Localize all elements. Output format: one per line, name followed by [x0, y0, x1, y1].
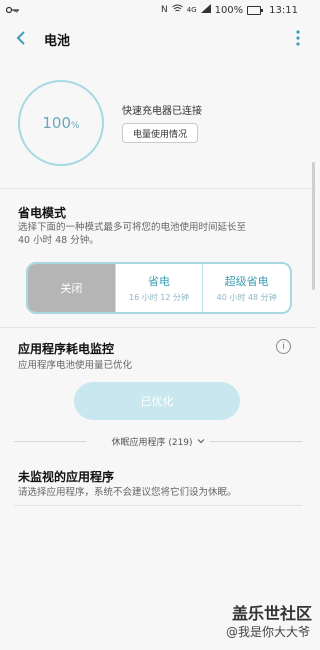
mode-duration: 16 小时 12 分钟	[129, 293, 189, 302]
battery-level-unit: %	[71, 121, 80, 131]
power-saving-title: 省电模式	[18, 206, 67, 220]
sleeping-apps-toggle[interactable]: 休眠应用程序 (219)	[0, 434, 316, 448]
battery-usage-button[interactable]: 电量使用情况	[122, 123, 199, 143]
status-bar: N 4G 100% 13:11	[0, 0, 316, 20]
nfc-icon: N	[160, 5, 168, 15]
optimized-button[interactable]: 已优化	[74, 382, 240, 420]
battery-level-value: 100	[42, 114, 72, 132]
chevron-down-icon	[197, 439, 204, 444]
app-power-monitor-subtitle: 应用程序电池使用量已优化	[18, 360, 133, 371]
mode-duration: 40 小时 48 分钟	[216, 293, 277, 302]
key-icon	[6, 6, 20, 14]
unmonitored-apps-subtitle: 请选择应用程序，系统不会建议您将它们设为休眠。	[18, 487, 237, 498]
mode-title: 关闭	[60, 282, 83, 295]
mode-ultra-power-saving[interactable]: 超级省电 40 小时 48 分钟	[202, 264, 290, 312]
signal-icon	[200, 4, 211, 16]
mode-title: 超级省电	[224, 275, 269, 288]
power-saving-description: 选择下面的一种模式最多可将您的电池使用时间延长至 40 小时 48 分钟。	[18, 222, 247, 246]
more-options-icon[interactable]	[294, 28, 302, 48]
app-power-monitor-title: 应用程序耗电监控	[18, 342, 115, 356]
mode-power-saving[interactable]: 省电 16 小时 12 分钟	[114, 264, 203, 312]
unmonitored-apps-title[interactable]: 未监视的应用程序	[18, 468, 114, 485]
info-icon[interactable]: i	[276, 339, 291, 354]
page-title: 电池	[44, 34, 71, 49]
battery-percent: 100%	[214, 4, 244, 16]
clock: 13:11	[269, 4, 298, 16]
mode-off[interactable]: 关闭	[28, 264, 115, 312]
battery-icon	[247, 5, 264, 15]
divider	[0, 327, 316, 328]
charger-status: 快速充电器已连接	[122, 106, 202, 117]
back-arrow-icon[interactable]	[12, 28, 32, 48]
watermark-title: 盖乐世社区	[231, 604, 312, 623]
wifi-icon	[171, 4, 183, 16]
signal-label: 4G	[186, 6, 197, 14]
battery-level-ring: 100%	[18, 80, 104, 166]
app-bar: 电池	[0, 20, 316, 56]
divider	[0, 188, 316, 189]
scrollbar[interactable]	[312, 162, 315, 290]
sleeping-apps-label: 休眠应用程序 (219)	[111, 437, 193, 448]
power-mode-selector: 关闭 省电 16 小时 12 分钟 超级省电 40 小时 48 分钟	[26, 262, 292, 314]
battery-level-text: 100%	[42, 114, 79, 132]
divider	[14, 505, 302, 506]
watermark-handle: @我是你大大爷	[225, 625, 310, 639]
mode-title: 省电	[148, 275, 170, 288]
